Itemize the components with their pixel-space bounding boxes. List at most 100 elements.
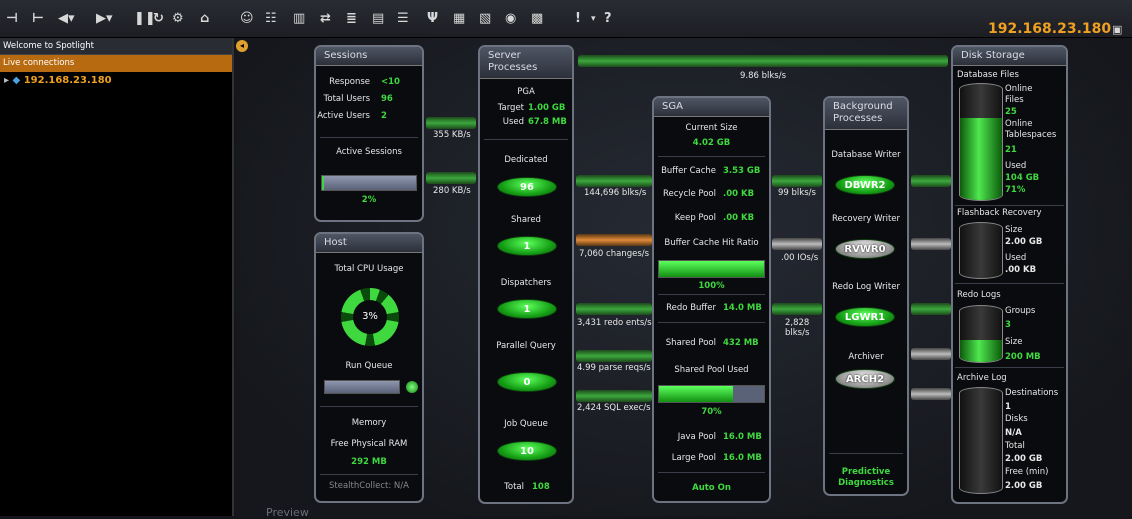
report-icon[interactable]: ▧ [479, 11, 491, 27]
dedicated-pill[interactable]: 96 [497, 177, 557, 197]
free-min-label: Free (min) [1005, 467, 1049, 477]
live-connections-header[interactable]: Live connections [0, 55, 232, 72]
db-icon[interactable]: ☰ [397, 11, 409, 27]
swap-icon[interactable]: ⇄ [320, 11, 331, 27]
active-sessions-pct: 2% [361, 195, 377, 205]
predictive-diagnostics-line1[interactable]: Predictive [825, 467, 907, 477]
active-users-label: Active Users [317, 111, 370, 121]
alert-icon[interactable]: ! [575, 11, 581, 27]
connection-item[interactable]: ▸ ◆ 192.168.23.180 [0, 72, 232, 89]
sessions-title: Sessions [316, 47, 422, 66]
sessions-panel[interactable]: Sessions Response <10 Total Users 96 Act… [314, 45, 424, 222]
dedicated-label: Dedicated [504, 155, 548, 165]
flash-used-value: .00 KB [1005, 265, 1037, 275]
calc-icon[interactable]: ▩ [531, 11, 543, 27]
redo-logs-label: Redo Logs [957, 290, 1001, 300]
divider [658, 472, 765, 473]
blks-flow-pipe [576, 175, 652, 187]
lgwr-pill[interactable]: LGWR1 [835, 307, 895, 327]
parallel-query-pill[interactable]: 0 [497, 372, 557, 392]
hit-ratio-value: 100% [698, 281, 725, 291]
lgwr-flow-pipe [911, 303, 951, 315]
dispatchers-pill[interactable]: 1 [497, 299, 557, 319]
job-queue-pill[interactable]: 10 [497, 441, 557, 461]
sessions-flow-pipe-2 [426, 172, 476, 184]
database-icon: ◆ [12, 75, 21, 86]
flash-used-label: Used [1005, 253, 1027, 263]
large-pool-label: Large Pool [671, 453, 716, 463]
chart-icon[interactable]: ▥ [293, 11, 305, 27]
server-title-line2: Processes [488, 62, 538, 73]
spotlight-diagram: ◂ 9.86 blks/s 355 KB/s 280 KB/s 144,696 … [236, 38, 1132, 519]
refresh-icon[interactable]: ↻ [153, 11, 164, 27]
globe-icon[interactable]: ◉ [505, 11, 516, 27]
changes-flow: 7,060 changes/s [579, 249, 650, 259]
buffer-cache-label: Buffer Cache [661, 166, 716, 176]
dbwr-pill[interactable]: DBWR2 [835, 175, 895, 195]
pin-icon[interactable]: ⊣ [6, 11, 18, 27]
kb-flow-2: 280 KB/s [433, 186, 471, 196]
sql-icon[interactable]: ☷ [265, 11, 277, 27]
collapse-icon[interactable]: ◂ [236, 40, 248, 52]
total-label: Total [504, 482, 524, 492]
divider [658, 322, 765, 323]
rvwr-pill[interactable]: RVWR0 [835, 239, 895, 259]
alert-dropdown-icon[interactable]: ▾ [591, 11, 596, 27]
list-icon[interactable]: ▤ [372, 11, 384, 27]
sql-flow: 2,424 SQL exec/s [577, 403, 651, 413]
hit-ratio-label: Buffer Cache Hit Ratio [664, 238, 759, 248]
free-ram-value: 292 MB [351, 457, 387, 467]
disk-storage-panel[interactable]: Disk Storage Database Files Online Files… [951, 45, 1068, 504]
parallel-query-label: Parallel Query [496, 341, 556, 351]
users-icon[interactable]: ☺ [240, 11, 254, 27]
network-icon[interactable]: ▣ [1112, 22, 1122, 38]
fork-icon[interactable]: Ψ [427, 11, 438, 27]
current-size-value: 4.02 GB [692, 138, 731, 148]
groups-value: 3 [1005, 320, 1011, 330]
forward-icon[interactable]: ▶▾ [96, 11, 113, 27]
used-label: Used [502, 117, 524, 127]
redo-ents-flow: 3,431 redo ents/s [577, 318, 652, 328]
bg-title-line2: Processes [833, 113, 883, 124]
pga-label: PGA [517, 87, 535, 97]
home-icon[interactable]: ⌂ [200, 11, 209, 27]
align-icon[interactable]: ≣ [346, 11, 357, 27]
server-processes-panel[interactable]: Server Processes PGA Target 1.00 GB Used … [478, 45, 574, 504]
database-files-label: Database Files [957, 70, 1019, 80]
sga-panel[interactable]: SGA Current Size 4.02 GB Buffer Cache 3.… [652, 96, 771, 503]
doc-icon[interactable]: ▦ [453, 11, 465, 27]
shared-pill[interactable]: 1 [497, 236, 557, 256]
back-icon[interactable]: ◀▾ [58, 11, 75, 27]
destinations-label: Destinations [1005, 388, 1059, 398]
flashback-cylinder [959, 222, 1003, 279]
divider [955, 283, 1064, 284]
expand-icon[interactable]: ▸ [4, 75, 9, 86]
predictive-diagnostics-line2[interactable]: Diagnostics [825, 478, 907, 488]
active-users-value: 2 [381, 111, 387, 121]
changes-flow-pipe [576, 234, 652, 246]
archive-total-label: Total [1005, 441, 1025, 451]
divider [955, 205, 1064, 206]
host-panel[interactable]: Host Total CPU Usage 3% Run Queue Memory… [314, 232, 424, 503]
help-icon[interactable]: ? [604, 11, 612, 27]
background-processes-panel[interactable]: Background Processes Database Writer DBWR… [823, 96, 909, 496]
arch-pill[interactable]: ARCH2 [835, 369, 895, 389]
header-ip: 192.168.23.180 [988, 21, 1112, 37]
pin2-icon[interactable]: ⊢ [32, 11, 44, 27]
redo-flow-pipe [576, 303, 652, 315]
current-size-label: Current Size [685, 123, 738, 133]
server-processes-title: Server Processes [480, 47, 572, 79]
disks-label: Disks [1005, 414, 1028, 424]
shared-pool-used-value: 70% [701, 407, 722, 417]
online-files-label1: Online [1005, 84, 1033, 94]
shared-label: Shared [511, 215, 541, 225]
free-min-value: 2.00 GB [1005, 481, 1043, 491]
flash-size-label: Size [1005, 225, 1023, 235]
settings-icon[interactable]: ⚙ [172, 11, 184, 27]
archive-log-label: Archive Log [957, 373, 1007, 383]
welcome-item[interactable]: Welcome to Spotlight [0, 38, 232, 55]
memory-label: Memory [351, 418, 387, 428]
divider [658, 156, 765, 157]
ios-flow-pipe [772, 238, 822, 250]
response-label: Response [329, 77, 370, 87]
